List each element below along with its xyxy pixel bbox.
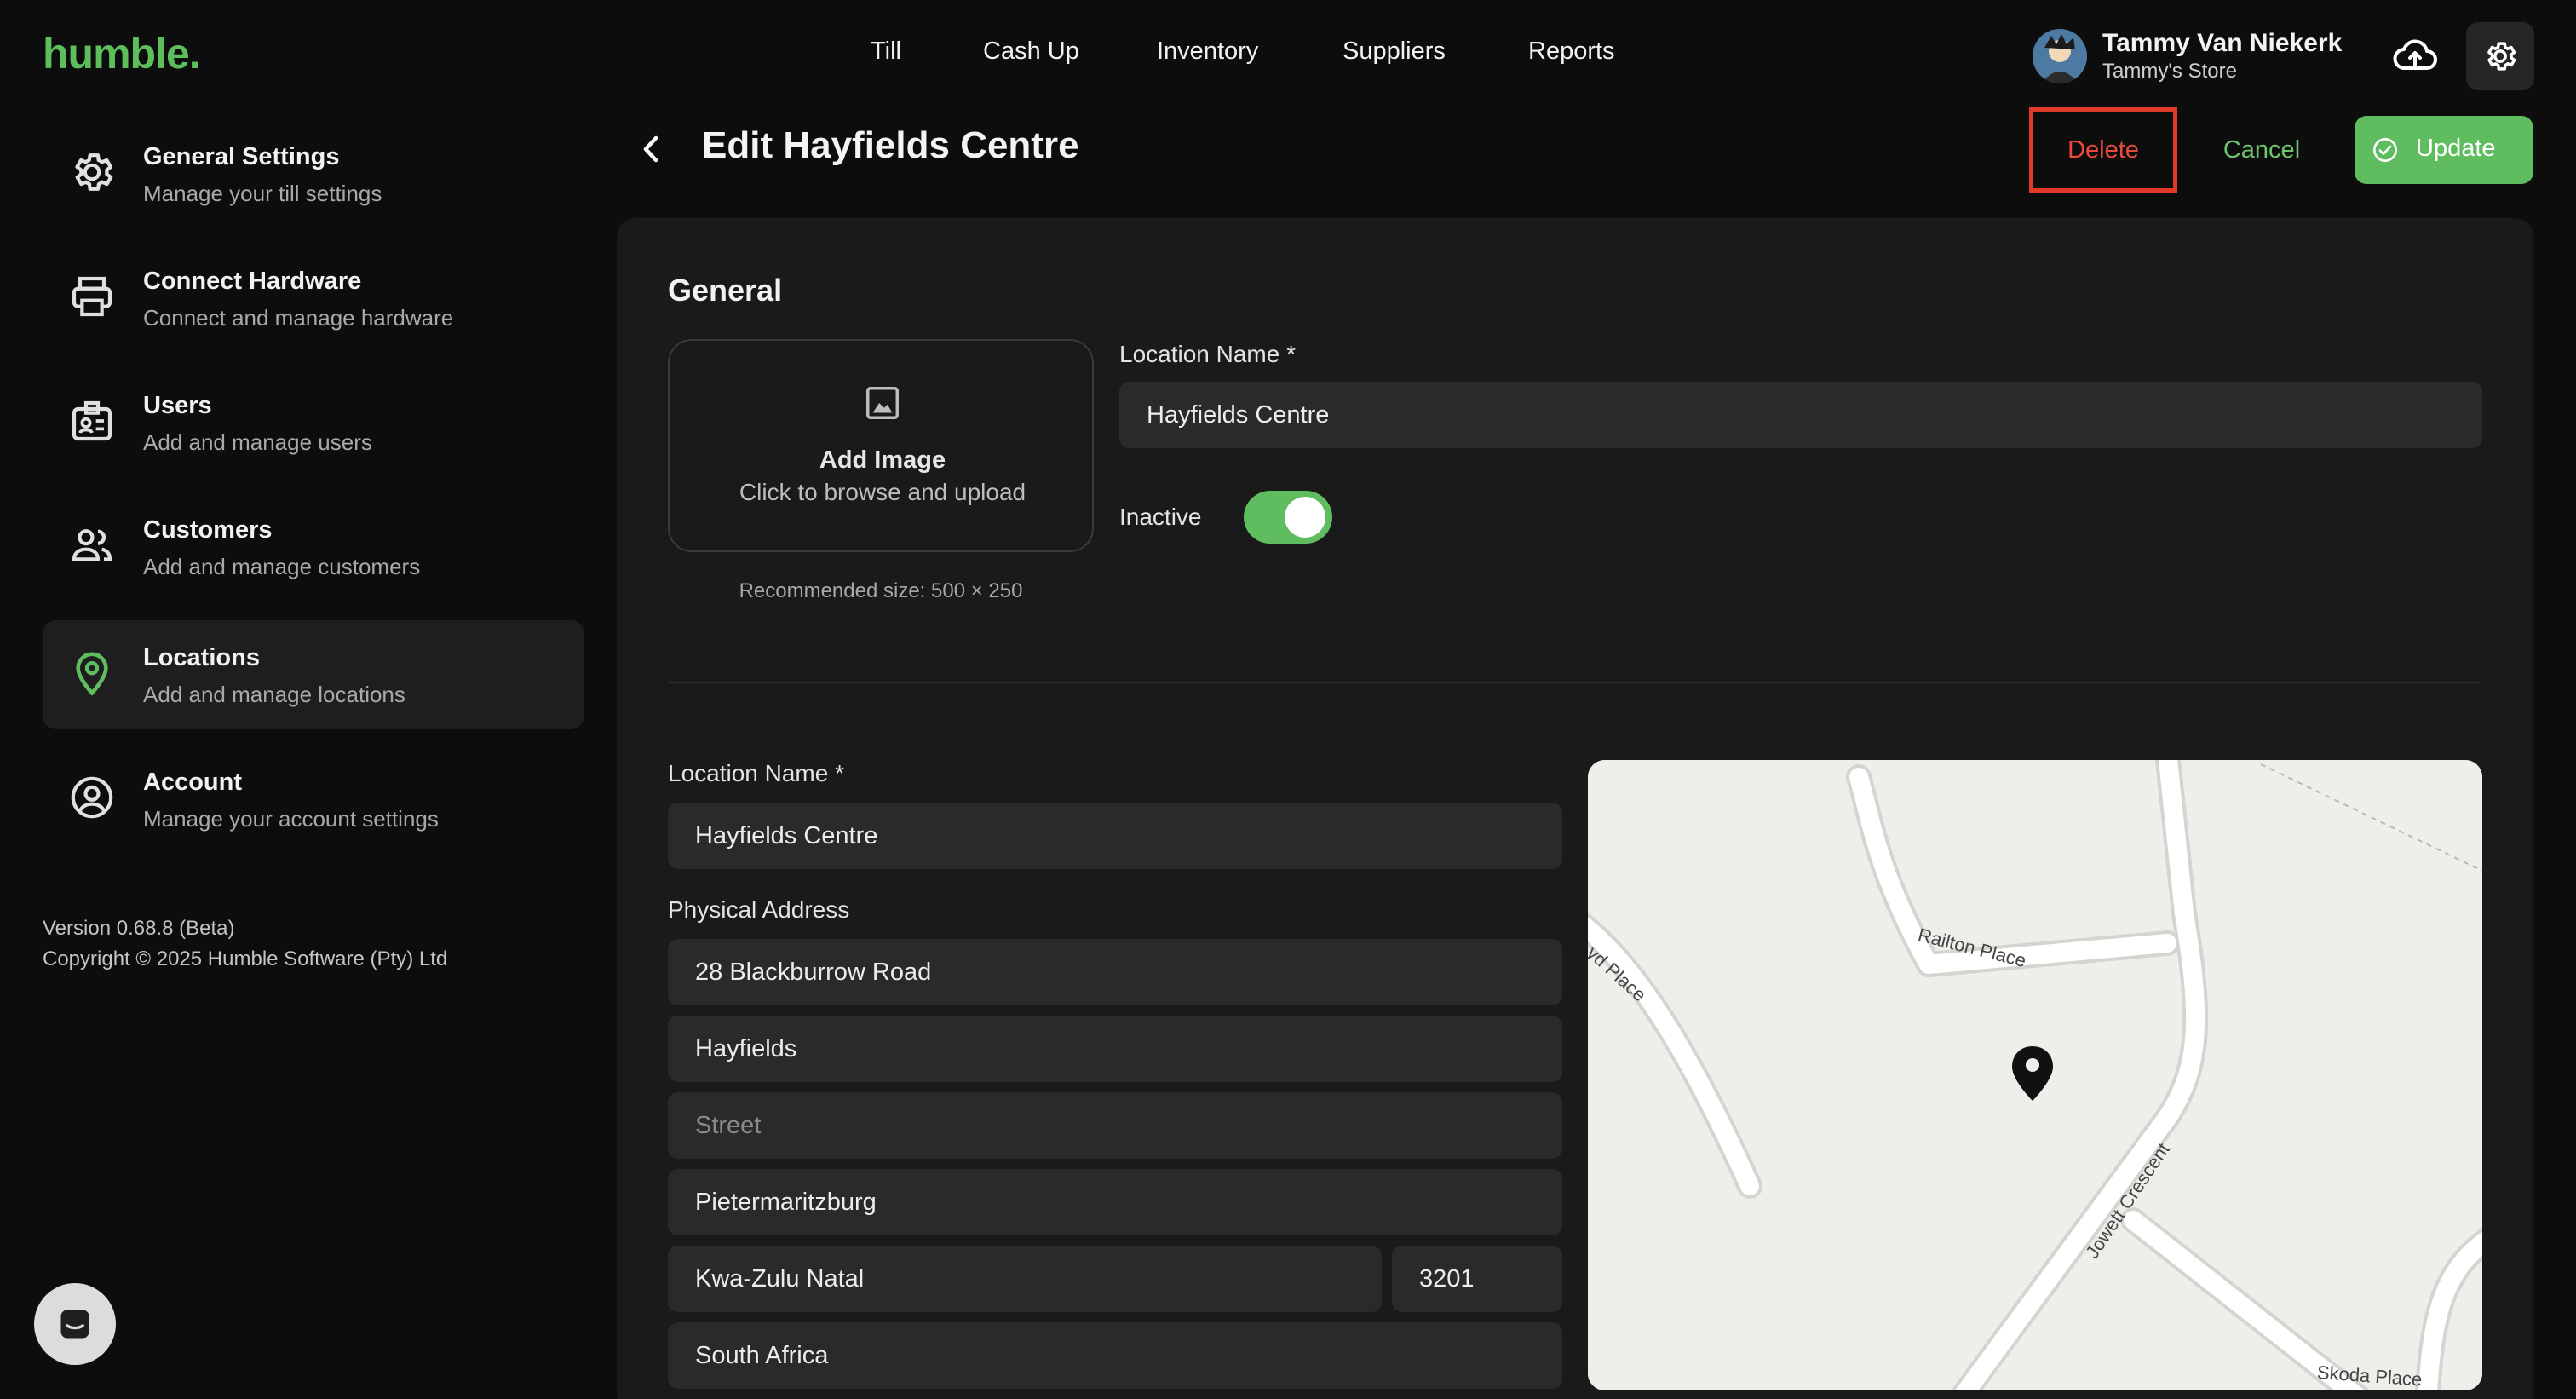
city-input[interactable] [668, 1169, 1562, 1235]
sidebar-item-title: Customers [143, 516, 273, 544]
sidebar-item-title: Connect Hardware [143, 268, 362, 295]
user-name: Tammy Van Niekerk [2102, 29, 2343, 57]
cancel-button[interactable]: Cancel [2198, 119, 2326, 181]
user-menu[interactable]: Tammy Van Niekerk Tammy's Store [2033, 27, 2356, 85]
sidebar-item-connect-hardware[interactable]: Connect Hardware Connect and manage hard… [43, 244, 584, 353]
location-name-input[interactable] [1119, 382, 2482, 448]
update-button-label: Update [2416, 135, 2496, 162]
inactive-label: Inactive [1119, 504, 1202, 530]
settings-button[interactable] [2466, 22, 2534, 90]
sidebar-item-subtitle: Add and manage users [143, 429, 372, 455]
version-text: Version 0.68.8 (Beta) [43, 917, 235, 940]
location-pin-icon [76, 652, 108, 696]
province-input[interactable] [668, 1246, 1382, 1312]
add-image-subtitle: Click to browse and upload [739, 479, 1026, 505]
id-badge-icon [72, 400, 112, 441]
delete-button[interactable]: Delete [2029, 107, 2177, 193]
chat-support-button[interactable] [34, 1283, 116, 1365]
user-store: Tammy's Store [2102, 60, 2237, 83]
physical-address-label: Physical Address [668, 896, 850, 923]
sidebar-item-title: Users [143, 392, 212, 419]
country-input[interactable] [668, 1322, 1562, 1389]
cloud-sync-button[interactable] [2385, 31, 2445, 82]
settings-sidebar: General Settings Manage your till settin… [0, 119, 596, 971]
section-divider [668, 682, 2482, 683]
nav-item-suppliers[interactable]: Suppliers [1343, 37, 1446, 66]
gear-icon [75, 153, 113, 191]
sidebar-item-subtitle: Manage your till settings [143, 181, 382, 206]
location-map[interactable]: Railton Place yd Place Jowett Crescent S… [1588, 760, 2482, 1390]
version-info: Version 0.68.8 (Beta) Copyright © 2025 H… [43, 913, 447, 975]
inactive-toggle[interactable] [1244, 491, 1332, 544]
check-circle-icon [2373, 138, 2397, 162]
sidebar-item-title: Account [143, 769, 242, 796]
street-input[interactable] [668, 1092, 1562, 1159]
section-title-general: General [668, 273, 783, 308]
sidebar-item-account[interactable]: Account Manage your account settings [43, 745, 584, 854]
recommended-size-hint: Recommended size: 500 × 250 [739, 579, 1023, 602]
people-icon [72, 529, 112, 561]
sidebar-item-title: Locations [143, 644, 260, 671]
update-button[interactable]: Update [2355, 116, 2533, 184]
chevron-left-icon [643, 135, 658, 163]
nav-item-reports[interactable]: Reports [1528, 37, 1615, 66]
sidebar-item-customers[interactable]: Customers Add and manage customers [43, 492, 584, 602]
postal-code-input[interactable] [1392, 1246, 1562, 1312]
address-line1-input[interactable] [668, 939, 1562, 1005]
image-icon [866, 387, 899, 419]
nav-item-till[interactable]: Till [871, 37, 901, 66]
sidebar-item-subtitle: Add and manage customers [143, 554, 421, 579]
nav-item-inventory[interactable]: Inventory [1157, 37, 1258, 66]
sidebar-item-title: General Settings [143, 143, 340, 170]
location-name-label: Location Name * [1119, 341, 1297, 367]
page-title: Edit Hayfields Centre [702, 124, 1079, 166]
sidebar-item-subtitle: Add and manage locations [143, 682, 405, 707]
toggle-knob [1285, 497, 1325, 538]
sidebar-item-users[interactable]: Users Add and manage users [43, 368, 584, 477]
address-location-name-label: Location Name * [668, 760, 845, 786]
sidebar-item-general-settings[interactable]: General Settings Manage your till settin… [43, 119, 584, 228]
user-circle-icon [71, 776, 113, 819]
chat-icon [60, 1310, 89, 1339]
address-location-name-input[interactable] [668, 803, 1562, 869]
back-button[interactable] [635, 128, 666, 170]
sidebar-item-locations[interactable]: Locations Add and manage locations [43, 620, 584, 729]
image-upload-dropzone[interactable]: Add Image Click to browse and upload [668, 339, 1094, 552]
top-bar: humble. Till Cash Up Inventory Suppliers… [0, 0, 2576, 112]
add-image-title: Add Image [819, 446, 946, 474]
printer-icon [72, 276, 112, 317]
location-form-card: General Add Image Click to browse and up… [617, 218, 2533, 1399]
sidebar-item-subtitle: Manage your account settings [143, 806, 439, 832]
copyright-text: Copyright © 2025 Humble Software (Pty) L… [43, 947, 448, 970]
suburb-input[interactable] [668, 1016, 1562, 1082]
sidebar-item-subtitle: Connect and manage hardware [143, 305, 454, 331]
nav-item-cash-up[interactable]: Cash Up [983, 37, 1079, 66]
cloud-upload-icon [2393, 39, 2437, 70]
gear-icon [2487, 42, 2516, 71]
avatar [2033, 29, 2087, 83]
